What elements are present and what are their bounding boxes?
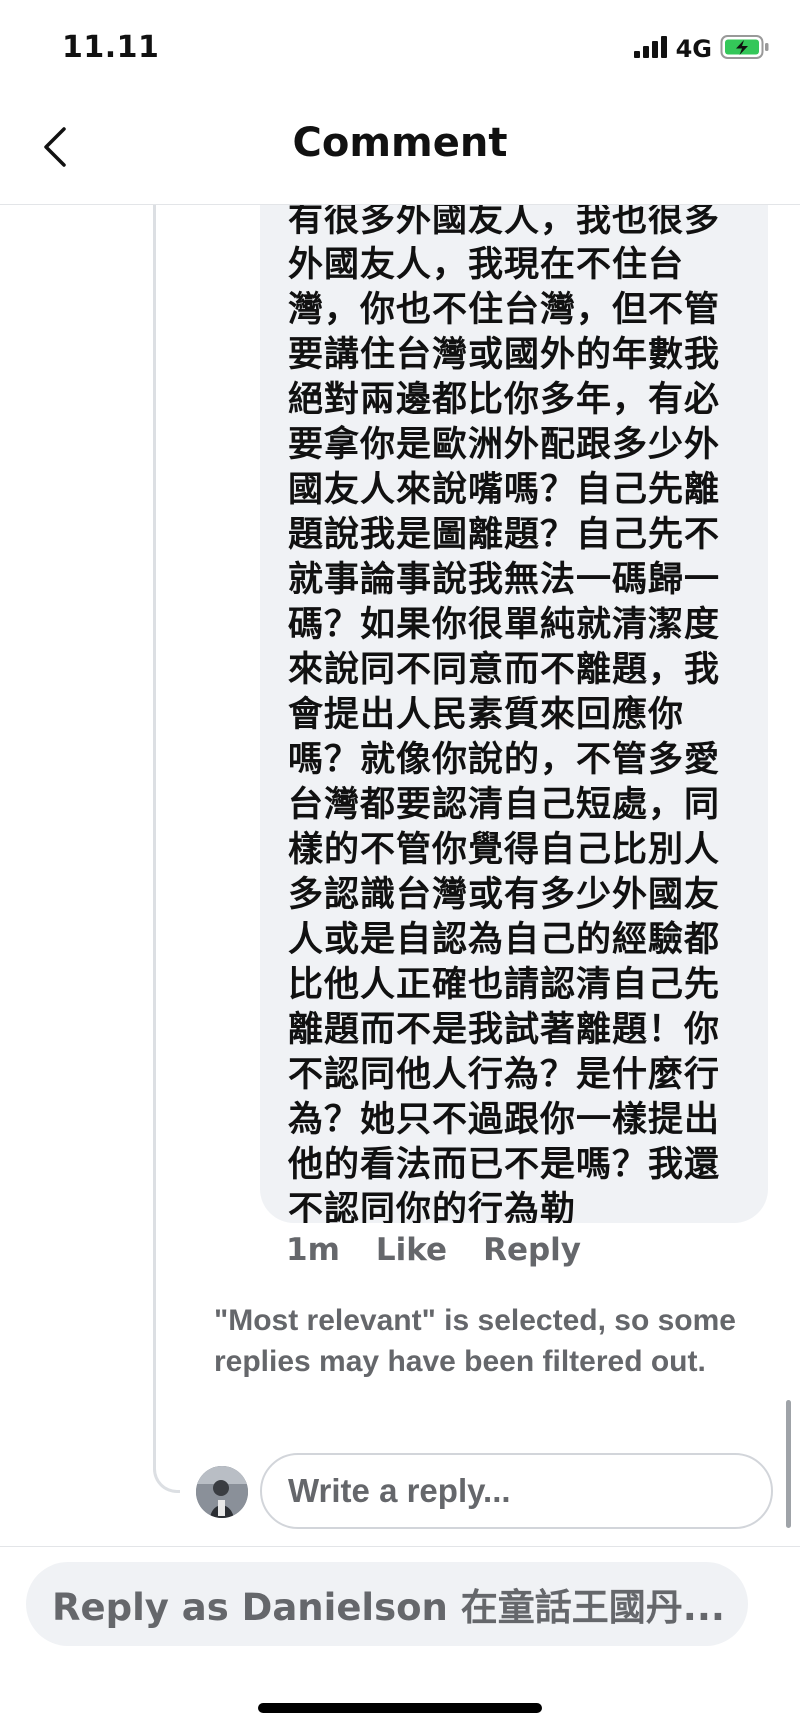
comment-text-line: 灣，你也不住台灣，但不管 (288, 290, 721, 330)
comment-text-line: 不認同他人行為？是什麼行 (288, 1055, 721, 1095)
comment-text-line: 人或是自認為自己的經驗都 (288, 920, 721, 960)
reply-input-placeholder: Write a reply... (288, 1472, 511, 1509)
status-icons: 4G (633, 34, 770, 64)
home-indicator[interactable] (258, 1703, 542, 1713)
composer-divider (0, 1546, 800, 1547)
comment-text-line: 碼？如果你很單純就清潔度 (288, 605, 721, 645)
comment-text-line: 來說同不同意而不離題，我 (288, 650, 721, 690)
status-bar: 11.11 4G (0, 0, 800, 100)
comment-text-line: 樣的不管你覺得自己比別人 (288, 830, 721, 870)
composer-placeholder: Reply as Danielson 在童話王國丹... (52, 1586, 725, 1629)
comment-text-line: 為？她只不過跟你一樣提出 (288, 1100, 721, 1140)
reply-input[interactable]: Write a reply... (260, 1453, 773, 1529)
comment-text-line: 嗎？就像你說的，不管多愛 (288, 740, 721, 780)
comment-bubble: 有很多外國友人，我也很多 外國友人，我現在不住台 灣，你也不住台灣，但不管 要講… (260, 150, 768, 1223)
signal-icon (633, 36, 668, 62)
comment-text-line: 外國友人，我現在不住台 (288, 245, 685, 285)
comment-text-line: 比他人正確也請認清自己先 (288, 965, 721, 1005)
comment-text-line: 要講住台灣或國外的年數我 (288, 335, 721, 375)
comment-actions: 1m Like Reply (286, 1232, 581, 1268)
scrollbar[interactable] (786, 1400, 791, 1528)
comment-composer[interactable]: Reply as Danielson 在童話王國丹... (26, 1562, 748, 1646)
comment-text-line: 絕對兩邊都比你多年，有必 (288, 380, 721, 420)
comment-text-line: 題說我是圖離題？自己先不 (288, 515, 721, 555)
comment-text-line: 不認同你的行為勒 (288, 1190, 577, 1223)
filter-notice: "Most relevant" is selected, so some rep… (214, 1304, 736, 1378)
thread-line (153, 205, 180, 1493)
avatar[interactable] (196, 1466, 248, 1518)
comment-text-line: 離題而不是我試著離題！你 (288, 1010, 721, 1050)
comment-text-line: 要拿你是歐洲外配跟多少外 (288, 425, 721, 465)
comment-text-line: 台灣都要認清自己短處，同 (288, 785, 721, 825)
like-button[interactable]: Like (376, 1232, 447, 1268)
network-type: 4G (675, 35, 712, 63)
comment-text-line: 多認識台灣或有多少外國友 (288, 875, 721, 915)
reply-button[interactable]: Reply (483, 1232, 581, 1268)
comment-text-line: 他的看法而已不是嗎？我還 (288, 1145, 721, 1185)
page-title: Comment (292, 120, 508, 166)
comment-text-line: 國友人來說嘴嗎？自己先離 (288, 470, 721, 510)
battery-charging-icon (720, 34, 770, 64)
header: Comment (0, 100, 800, 205)
comment-timestamp[interactable]: 1m (286, 1232, 340, 1268)
status-time: 11.11 (62, 30, 160, 65)
comment-text-line: 就事論事說我無法一碼歸一 (288, 560, 721, 600)
comment-text-line: 會提出人民素質來回應你 (288, 695, 685, 735)
